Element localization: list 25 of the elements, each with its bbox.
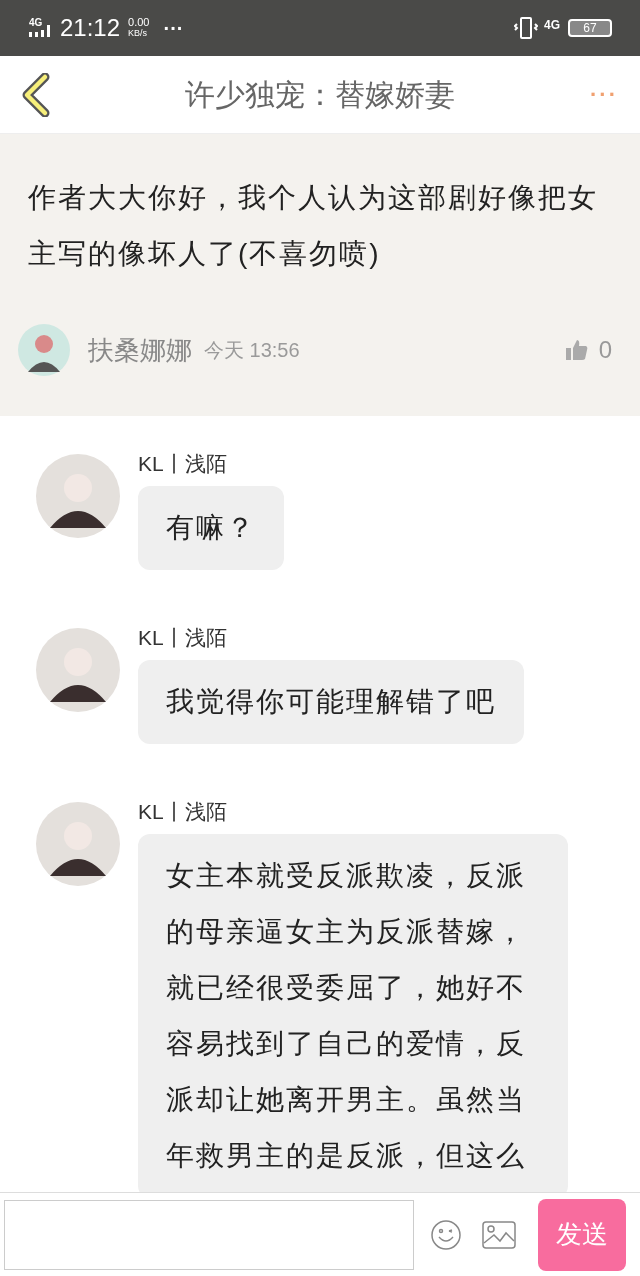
reply-author: KL丨浅陌 [138, 799, 227, 825]
avatar [18, 324, 70, 376]
speed-unit: KB/s [128, 28, 149, 39]
clock-time: 21:12 [60, 13, 121, 43]
page-title: 许少独宠：替嫁娇妻 [185, 77, 455, 113]
notification-dots: ··· [163, 16, 184, 41]
thumbs-up-icon[interactable] [564, 338, 589, 362]
image-icon[interactable] [482, 1220, 516, 1249]
reply-author: KL丨浅陌 [138, 625, 227, 651]
send-button[interactable]: 发送 [538, 1198, 626, 1271]
network-type: 4G [544, 17, 560, 34]
comment-author: 扶桑娜娜 [88, 333, 192, 367]
more-button[interactable]: ··· [584, 78, 624, 111]
reply-author: KL丨浅陌 [138, 451, 227, 477]
like-count: 0 [598, 335, 612, 365]
comment-time: 今天 13:56 [204, 338, 300, 363]
comment-text: 作者大大你好，我个人认为这部剧好像把女主写的像坏人了(不喜勿喷) [28, 181, 599, 271]
network-speed: 0.00 [128, 17, 150, 28]
battery-level: 67 [583, 22, 597, 34]
message-bubble: 女主本就受反派欺凌，反派的母亲逼女主为反派替嫁，就已经很受委屈了，她好不容易找到了自己的爱情，反派却让她离开男主。虽然当年救男主的是反派，但这么 [138, 834, 568, 1192]
message-bubble: 有嘛？ [138, 486, 284, 570]
message-input[interactable] [4, 1199, 414, 1270]
message-bubble: 我觉得你可能理解错了吧 [138, 660, 524, 744]
emoji-icon[interactable] [430, 1218, 462, 1251]
vibrate-icon [514, 16, 538, 40]
